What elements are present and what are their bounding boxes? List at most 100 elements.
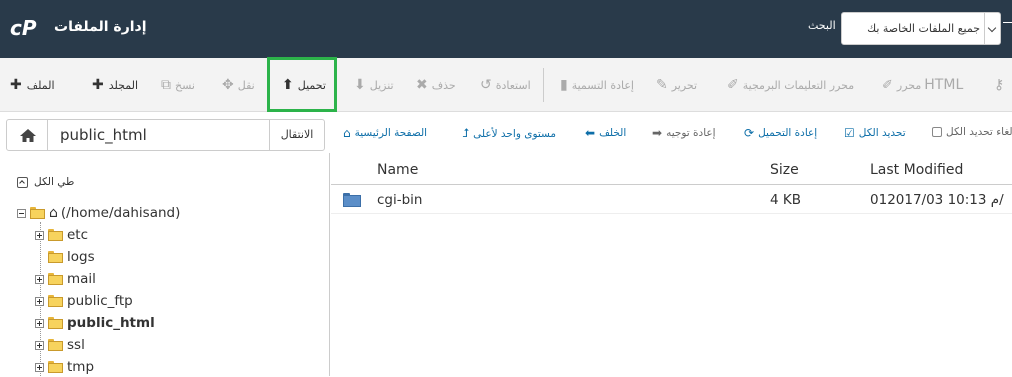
nav-forward-label: إعادة توجيه xyxy=(666,127,716,139)
tree-item-label: public_ftp xyxy=(67,293,133,309)
tree-item-tmp[interactable]: tmp xyxy=(35,357,94,377)
tree-item-mail[interactable]: mail xyxy=(35,269,96,289)
table-row[interactable]: cgi-bin 4 KB 01م 10:13 2017/03/ xyxy=(331,186,1012,214)
level-up-icon: ⮥ xyxy=(462,126,470,140)
plus-icon: ✚ xyxy=(10,77,22,93)
permissions-button[interactable]: ⚷ xyxy=(994,58,1004,112)
search-scope-select[interactable]: جميع الملفات الخاصة بك xyxy=(841,12,1001,45)
nav-home-label: الصفحة الرئيسية xyxy=(354,127,428,139)
search-input-edge[interactable] xyxy=(1003,22,1012,23)
move-icon: ✥ xyxy=(222,77,234,93)
html-editor-suffix-label: محرر xyxy=(896,78,922,92)
new-folder-button[interactable]: ✚ المجلد xyxy=(92,58,138,112)
nav-forward-link[interactable]: ➡ إعادة توجيه xyxy=(652,126,716,140)
expand-node-icon[interactable] xyxy=(35,274,44,284)
new-folder-label: المجلد xyxy=(108,78,139,92)
plus-icon: ✚ xyxy=(92,77,104,93)
rename-label: إعادة التسمية xyxy=(571,78,634,92)
tree-item-label: mail xyxy=(67,271,96,287)
nav-deselect-all-link[interactable]: إلغاء تحديد الكل xyxy=(932,126,1012,138)
tree-item-label: public_html xyxy=(67,315,155,331)
nav-select-all-label: تحديد الكل xyxy=(858,127,906,139)
cpanel-logo-icon[interactable]: cP xyxy=(10,16,44,40)
nav-up-one-level-link[interactable]: ⮥ مستوى واحد لأعلى xyxy=(462,126,556,141)
edit-icon: ✐ xyxy=(727,77,739,93)
nav-reload-link[interactable]: ⟳ إعادة التحميل xyxy=(744,126,817,140)
column-header-size[interactable]: Size xyxy=(770,162,799,178)
tree-item-logs[interactable]: logs xyxy=(48,247,95,267)
checkbox-icon xyxy=(932,127,942,137)
nav-up-label: مستوى واحد لأعلى xyxy=(473,127,557,140)
html-editor-prefix-label: HTML xyxy=(924,77,964,93)
arrow-left-icon: ⬅ xyxy=(585,126,596,140)
new-file-button[interactable]: ✚ الملف xyxy=(10,58,55,112)
go-button[interactable]: الانتقال xyxy=(269,119,325,151)
collapse-all-button[interactable]: طي الكل xyxy=(17,176,74,188)
folder-icon xyxy=(48,251,63,263)
file-table: Name Size Last Modified cgi-bin 4 KB 01م… xyxy=(331,153,1012,376)
edit-icon: ✐ xyxy=(882,77,893,93)
nav-back-label: الخلف xyxy=(599,127,627,139)
search-scope-value: جميع الملفات الخاصة بك xyxy=(867,22,980,35)
folder-icon xyxy=(48,361,63,373)
expand-node-icon[interactable] xyxy=(35,230,44,240)
download-button[interactable]: ⬇ تنزيل xyxy=(354,58,394,112)
tree-item-label: logs xyxy=(67,249,95,265)
expand-node-icon[interactable] xyxy=(35,340,44,350)
collapse-node-icon[interactable] xyxy=(17,208,26,218)
move-button[interactable]: ✥ نقل xyxy=(222,58,255,112)
file-name: cgi-bin xyxy=(377,192,423,208)
tree-item-public-ftp[interactable]: public_ftp xyxy=(35,291,133,311)
nav-back-link[interactable]: ⬅ الخلف xyxy=(585,126,626,140)
nav-select-all-link[interactable]: ☑ تحديد الكل xyxy=(844,126,906,140)
expand-node-icon[interactable] xyxy=(35,296,44,306)
search-label: البحث xyxy=(808,19,836,32)
nav-home-link[interactable]: ⌂ الصفحة الرئيسية xyxy=(343,126,427,140)
checkbox-checked-icon: ☑ xyxy=(844,126,855,140)
code-editor-label: محرر التعليمات البرمجية xyxy=(742,78,855,92)
upload-highlight xyxy=(267,57,337,112)
delete-button[interactable]: ✖ حذف xyxy=(416,58,456,112)
svg-text:cP: cP xyxy=(10,16,37,40)
rename-button[interactable]: ▮ إعادة التسمية xyxy=(560,58,634,112)
key-icon: ⚷ xyxy=(994,77,1005,93)
folder-icon xyxy=(48,339,63,351)
new-file-label: الملف xyxy=(26,78,55,92)
home-icon: ⌂ xyxy=(343,126,351,140)
collapse-all-label: طي الكل xyxy=(34,176,75,188)
undo-icon: ↺ xyxy=(480,77,492,93)
column-header-last-modified[interactable]: Last Modified xyxy=(870,162,963,178)
chevron-down-icon xyxy=(984,13,1000,44)
folder-icon xyxy=(48,273,63,285)
nav-reload-label: إعادة التحميل xyxy=(758,127,818,139)
path-input[interactable]: public_html xyxy=(47,119,270,151)
delete-label: حذف xyxy=(431,78,456,92)
column-header-name[interactable]: Name xyxy=(377,162,418,178)
home-icon: ⌂ xyxy=(49,205,58,221)
tree-item-ssl[interactable]: ssl xyxy=(35,335,85,355)
tree-item-label: ssl xyxy=(67,337,85,353)
file-modified: 01م 10:13 2017/03/ xyxy=(870,192,1004,208)
file-icon: ▮ xyxy=(560,77,568,93)
home-icon xyxy=(20,129,36,142)
arrow-right-icon: ➡ xyxy=(652,126,663,140)
app-title: إدارة الملفات xyxy=(54,19,147,35)
html-editor-button[interactable]: ✐ محرر HTML xyxy=(882,58,963,112)
folder-icon xyxy=(48,229,63,241)
copy-button[interactable]: ⧉ نسخ xyxy=(161,58,195,112)
refresh-icon: ⟳ xyxy=(744,126,755,140)
code-editor-button[interactable]: ✐ محرر التعليمات البرمجية xyxy=(727,58,854,112)
expand-node-icon[interactable] xyxy=(35,318,44,328)
tree-item-public-html[interactable]: public_html xyxy=(35,313,155,333)
home-directory-button[interactable] xyxy=(6,119,48,151)
copy-label: نسخ xyxy=(175,78,195,92)
toolbar-divider xyxy=(543,68,544,102)
close-icon: ✖ xyxy=(416,77,428,93)
restore-button[interactable]: ↺ استعادة xyxy=(480,58,531,112)
expand-node-icon[interactable] xyxy=(35,362,44,372)
folder-icon xyxy=(48,317,63,329)
tree-item-etc[interactable]: etc xyxy=(35,225,88,245)
tree-root[interactable]: ⌂ (/home/dahisand) xyxy=(17,203,180,223)
edit-button[interactable]: ✎ تحرير xyxy=(656,58,697,112)
collapse-icon xyxy=(17,176,28,188)
